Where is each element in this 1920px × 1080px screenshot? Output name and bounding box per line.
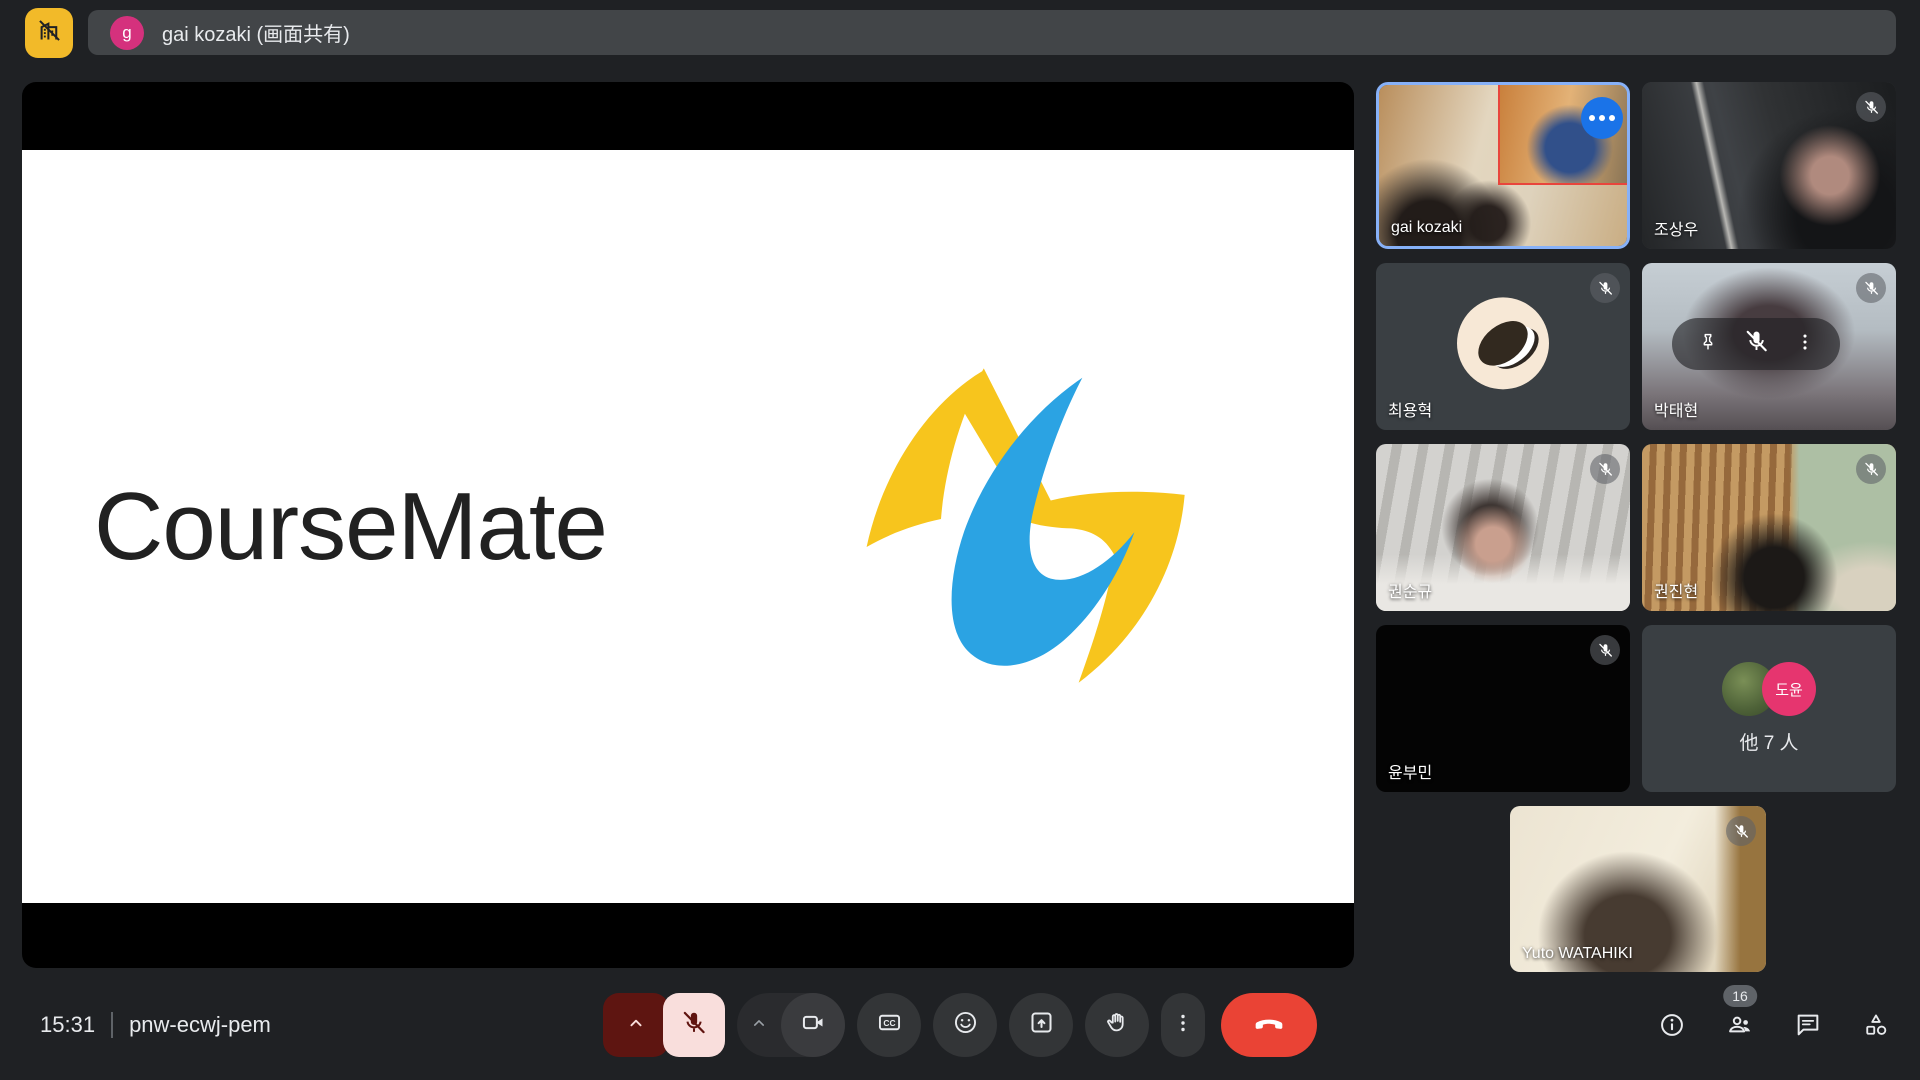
overflow-count-label: 他 7 人 [1739,728,1798,755]
participant-name: Yuto WATAHIKI [1522,945,1633,963]
mic-mute-toggle-button[interactable] [663,993,725,1057]
participant-tile-kwon-jinhyun[interactable]: 권진현 [1642,444,1896,611]
overflow-avatars: 도윤 [1722,662,1816,716]
mic-off-icon [1590,273,1620,303]
activities-icon [1862,1011,1890,1039]
tile-hover-controls [1672,318,1840,370]
overflow-participants-tile[interactable]: 도윤 他 7 人 [1642,625,1896,792]
camera-toggle-button[interactable] [781,993,845,1057]
activities-panel-button[interactable] [1862,1011,1890,1039]
participant-count-badge: 16 [1723,985,1757,1007]
camera-control-group [737,993,845,1057]
mic-off-icon [1856,92,1886,122]
coursemate-logo [848,359,1220,694]
present-screen-button[interactable] [1009,993,1073,1057]
participant-tile-kwon-sungyu[interactable]: 권순규 [1376,444,1630,611]
chat-panel-button[interactable] [1794,1011,1822,1039]
meeting-details-button[interactable] [1658,1011,1686,1039]
slide-title: CourseMate [94,472,607,582]
presenter-banner: g gai kozaki (画面共有) [88,10,1896,55]
call-controls: CC [603,993,1317,1057]
slide-content: CourseMate [22,150,1354,903]
camera-options-button[interactable] [737,1013,781,1038]
participant-avatar [1457,297,1549,389]
avatar-name-label: 도윤 [1775,679,1803,700]
end-call-icon [1253,1007,1285,1044]
participant-avatar-doyoon: 도윤 [1762,662,1816,716]
mic-off-icon [1726,816,1756,846]
smiley-icon [952,1009,979,1041]
chevron-up-icon [625,1012,647,1039]
mic-off-icon [1590,635,1620,665]
captions-button[interactable]: CC [857,993,921,1057]
presenter-label: gai kozaki (画面共有) [162,18,350,47]
camera-icon [800,1009,827,1041]
shared-screen: CourseMate [22,82,1354,968]
panel-controls: 16 [1658,993,1890,1057]
reactions-button[interactable] [933,993,997,1057]
building-crossed-icon [36,17,63,49]
external-participants-warning-button[interactable] [25,8,73,58]
mic-off-icon [1856,273,1886,303]
divider [111,1012,113,1038]
tile-more-options-button[interactable] [1581,97,1623,139]
chevron-up-icon [749,1013,769,1038]
mic-off-icon [680,1009,708,1042]
participant-name: 권진현 [1654,578,1698,602]
more-options-button[interactable] [1161,993,1205,1057]
hand-icon [1104,1009,1131,1041]
participant-tile-cho-sangwoo[interactable]: 조상우 [1642,82,1896,249]
cookie-avatar-image [1470,311,1536,374]
participant-tile-gai-kozaki[interactable]: gai kozaki [1376,82,1630,249]
people-icon [1726,1011,1754,1039]
participant-name: 조상우 [1654,216,1698,240]
meet-window: g gai kozaki (画面共有) CourseMate gai kozak… [0,0,1920,1080]
mic-off-icon [1856,454,1886,484]
participant-tile-yuto-watahiki[interactable]: Yuto WATAHIKI [1510,806,1766,972]
meeting-code: pnw-ecwj-pem [129,1012,271,1038]
raise-hand-button[interactable] [1085,993,1149,1057]
participant-name: 윤부민 [1388,759,1432,783]
mic-off-icon [1743,328,1770,360]
tile-more-options-button[interactable] [1794,331,1816,358]
participant-name: 최용혁 [1388,397,1432,421]
presenter-avatar-letter: g [122,23,131,43]
participant-name: 박태현 [1654,397,1698,421]
chat-icon [1794,1011,1822,1039]
participant-tile-choi-yonghyuk[interactable]: 최용혁 [1376,263,1630,430]
kebab-icon [1171,1011,1195,1040]
mic-options-button[interactable] [603,993,669,1057]
mic-off-icon [1590,454,1620,484]
meeting-info: 15:31 pnw-ecwj-pem [40,993,271,1057]
participant-tile-park-taehyun[interactable]: 박태현 [1642,263,1896,430]
end-call-button[interactable] [1221,993,1317,1057]
info-icon [1658,1011,1686,1039]
present-icon [1028,1009,1055,1041]
captions-icon: CC [876,1009,903,1041]
participant-name: gai kozaki [1391,219,1462,237]
presenter-avatar: g [110,16,144,50]
people-panel-button[interactable]: 16 [1726,1011,1754,1039]
participant-name: 권순규 [1388,578,1432,602]
clock-time: 15:31 [40,1012,95,1038]
svg-text:CC: CC [883,1018,895,1028]
pin-button[interactable] [1697,331,1719,358]
participant-tile-yoon-bumin[interactable]: 윤부민 [1376,625,1630,792]
